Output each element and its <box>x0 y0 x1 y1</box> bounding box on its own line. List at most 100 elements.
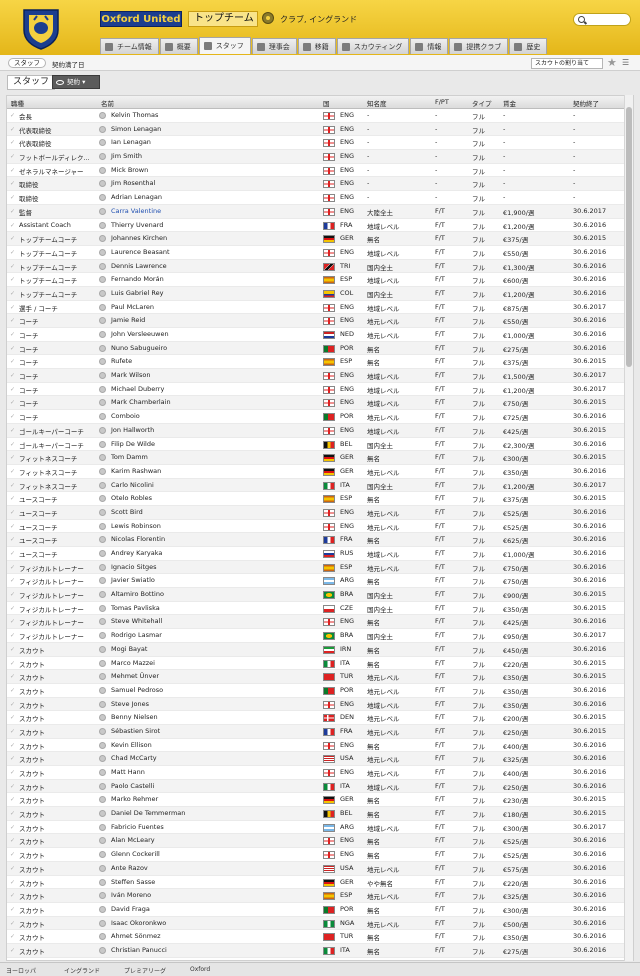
staff-name[interactable]: Steffen Sasse <box>111 878 155 886</box>
table-row[interactable]: ✓ スカウト Mehmet Ünver TUR 地元レベル F/T フル €350/週 30.6… <box>7 670 633 684</box>
table-row[interactable]: ✓ フィジカルトレーナー Rodrigo Lasmar BRA 国内全土 F/T フル €95… <box>7 629 633 643</box>
staff-name[interactable]: Dennis Lawrence <box>111 262 167 270</box>
footer-crumb-league[interactable]: プレミアリーグ <box>124 966 166 975</box>
tab-overview[interactable]: 概要 <box>159 38 198 54</box>
view-dropdown[interactable]: 契約 ▾ <box>52 75 100 89</box>
staff-name[interactable]: Karim Rashwan <box>111 467 161 475</box>
staff-name[interactable]: Andrey Karyaka <box>111 549 162 557</box>
staff-name[interactable]: Paul McLaren <box>111 303 154 311</box>
staff-name[interactable]: Scott Bird <box>111 508 143 516</box>
staff-name[interactable]: Daniel De Temmerman <box>111 809 185 817</box>
team-selector[interactable]: トップチーム <box>188 11 258 27</box>
staff-name[interactable]: Javier Swiatlo <box>111 576 155 584</box>
table-row[interactable]: ✓ スカウト Sébastien Sirot FRA 地元レベル F/T フル €250/週 3… <box>7 724 633 739</box>
table-row[interactable]: ✓ フィットネスコーチ Carlo Nicolini ITA 国内全土 F/T フル €1,2… <box>7 478 633 493</box>
table-row[interactable]: ✓ スカウト Ante Razov USA 地元レベル F/T フル €575/週 30.6.2… <box>7 861 633 876</box>
table-row[interactable]: ✓ スカウト Mogi Bayat IRN 無名 F/T フル €450/週 30.6.2016 <box>7 642 633 657</box>
table-row[interactable]: ✓ トップチームコーチ Dennis Lawrence TRI 国内全土 F/T フル €1,… <box>7 259 633 274</box>
staff-name[interactable]: Carra Valentine <box>111 207 161 215</box>
staff-name[interactable]: Filip De Wilde <box>111 440 155 448</box>
table-row[interactable]: ✓ コーチ Mark Wilson ENG 地域レベル F/T フル €1,500/週 30.6… <box>7 369 633 383</box>
table-row[interactable]: ✓ スカウト Marko Rehmer GER 無名 F/T フル €230/週 30.6.20… <box>7 793 633 808</box>
team-options-button[interactable] <box>262 12 274 24</box>
table-row[interactable]: ✓ スカウト Fabricio Fuentes ARG 地域レベル F/T フル €300/週… <box>7 821 633 835</box>
staff-name[interactable]: Isaac Okoronkwo <box>111 919 166 927</box>
table-row[interactable]: ✓ スカウト Iván Moreno ESP 地元レベル F/T フル €325/週 30.6.… <box>7 889 633 903</box>
staff-name[interactable]: Samuel Pedroso <box>111 686 163 694</box>
staff-name[interactable]: Altamiro Bottino <box>111 590 164 598</box>
table-row[interactable]: ✓ ユースコーチ Scott Bird ENG 地元レベル F/T フル €525/週 30.6… <box>7 505 633 520</box>
staff-name[interactable]: Kevin Ellison <box>111 741 152 749</box>
table-row[interactable]: ✓ ユースコーチ Nicolas Florentin FRA 無名 F/T フル €625/週… <box>7 533 633 547</box>
col-nation[interactable]: 国 <box>323 98 330 108</box>
footer-crumb-europe[interactable]: ヨーロッパ <box>6 966 36 975</box>
staff-name[interactable]: Paolo Castelli <box>111 782 154 790</box>
staff-name[interactable]: Jon Hallworth <box>111 426 154 434</box>
col-fp[interactable]: F/PT <box>435 98 449 106</box>
staff-name[interactable]: Kelvin Thomas <box>111 111 158 119</box>
menu-icon[interactable]: ☰ <box>622 58 629 67</box>
table-row[interactable]: ✓ スカウト Glenn Cockerill ENG 無名 F/T フル €525/週 30.6… <box>7 848 633 862</box>
table-row[interactable]: ✓ スカウト Steve Jones ENG 地域レベル F/T フル €350/週 30.6.… <box>7 697 633 712</box>
table-row[interactable]: ✓ ゴールキーパーコーチ Jon Hallworth ENG 地域レベル F/T フル €42… <box>7 423 633 438</box>
table-row[interactable]: ✓ トップチームコーチ Johannes Kirchen GER 無名 F/T フル €375… <box>7 232 633 246</box>
table-row[interactable]: ✓ スカウト Kevin Ellison ENG 無名 F/T フル €400/週 30.6.2… <box>7 739 633 753</box>
staff-name[interactable]: Matt Hann <box>111 768 145 776</box>
staff-name[interactable]: Ahmet Sönmez <box>111 932 160 940</box>
staff-name[interactable]: Chad McCarty <box>111 754 157 762</box>
table-row[interactable]: ✓ ユースコーチ Lewis Robinson ENG 地元レベル F/T フル €525/週… <box>7 520 633 534</box>
table-row[interactable]: ✓ スカウト Alan McLeary ENG 無名 F/T フル €525/週 30.6.20… <box>7 834 633 849</box>
table-row[interactable]: ✓ 会長 Kelvin Thomas ENG - - フル - - <box>7 109 633 123</box>
col-wage[interactable]: 賃金 <box>503 98 516 108</box>
table-row[interactable]: ✓ 選手 / コーチ Paul McLaren ENG 地域レベル F/T フル €875/週… <box>7 301 633 315</box>
table-row[interactable]: ✓ フットボールディレク... Jim Smith ENG - - フル - - <box>7 150 633 164</box>
col-name[interactable]: 名前 <box>101 98 114 108</box>
staff-name[interactable]: Sébastien Sirot <box>111 727 160 735</box>
staff-name[interactable]: Nicolas Florentin <box>111 535 165 543</box>
search-input[interactable] <box>573 13 631 26</box>
staff-name[interactable]: Simon Lenagan <box>111 125 161 133</box>
staff-name[interactable]: Rodrigo Lasmar <box>111 631 162 639</box>
staff-name[interactable]: Jim Smith <box>111 152 142 160</box>
staff-name[interactable]: Mogi Bayat <box>111 645 147 653</box>
staff-name[interactable]: Rufete <box>111 357 132 365</box>
staff-name[interactable]: Johannes Kirchen <box>111 234 167 242</box>
table-row[interactable]: ✓ ゴールキーパーコーチ Filip De Wilde BEL 国内全土 F/T フル €2,… <box>7 438 633 452</box>
breadcrumb-contract-expiry[interactable]: 契約満了日 <box>52 59 85 69</box>
table-row[interactable]: ✓ スカウト Paolo Castelli ITA 地域レベル F/T フル €250/週 30… <box>7 779 633 794</box>
tab-info[interactable]: 情報 <box>410 38 449 54</box>
staff-name[interactable]: Marco Mazzei <box>111 659 155 667</box>
table-row[interactable]: ✓ コーチ Rufete ESP 無名 F/T フル €375/週 30.6.2015 <box>7 355 633 370</box>
table-row[interactable]: ✓ フィジカルトレーナー Steve Whitehall ENG 無名 F/T フル €425… <box>7 615 633 630</box>
table-row[interactable]: ✓ フィジカルトレーナー Javier Swiatlo ARG 無名 F/T フル €750/… <box>7 574 633 589</box>
table-row[interactable]: ✓ ゼネラルマネージャー Mick Brown ENG - - フル - - <box>7 164 633 178</box>
table-row[interactable]: ✓ 取締役 Jim Rosenthal ENG - - フル - - <box>7 177 633 192</box>
staff-name[interactable]: Lewis Robinson <box>111 522 161 530</box>
table-row[interactable]: ✓ スカウト Benny Nielsen DEN 地元レベル F/T フル €200/週 30.… <box>7 711 633 725</box>
tab-scouting[interactable]: スカウティング <box>336 38 410 54</box>
tab-affiliates[interactable]: 提携クラブ <box>449 38 509 54</box>
table-row[interactable]: ✓ 代表取締役 Simon Lenagan ENG - - フル - - <box>7 122 633 137</box>
table-row[interactable]: ✓ コーチ Mark Chamberlain ENG 地域レベル F/T フル €750/週 3… <box>7 396 633 411</box>
staff-name[interactable]: Christian Panucci <box>111 946 167 954</box>
star-icon[interactable]: ★ <box>607 56 617 69</box>
tab-history[interactable]: 歴史 <box>509 38 548 54</box>
table-row[interactable]: ✓ トップチームコーチ Laurence Beasant ENG 地域レベル F/T フル €… <box>7 246 633 260</box>
staff-name[interactable]: Comboio <box>111 412 140 420</box>
col-expiry[interactable]: 契約終了 <box>573 98 599 108</box>
table-row[interactable]: ✓ 監督 Carra Valentine ENG 大陸全土 F/T フル €1,900/週 30… <box>7 204 633 219</box>
staff-name[interactable]: John Versleeuwen <box>111 330 169 338</box>
staff-name[interactable]: Tom Damm <box>111 453 148 461</box>
table-row[interactable]: ✓ Assistant Coach Thierry Uvenard FRA 地域レベル F… <box>7 219 633 233</box>
table-row[interactable]: ✓ コーチ John Versleeuwen NED 地元レベル F/T フル €1,000/… <box>7 328 633 342</box>
staff-name[interactable]: Carlo Nicolini <box>111 481 154 489</box>
tab-board[interactable]: 理事会 <box>251 38 297 54</box>
table-row[interactable]: ✓ フィジカルトレーナー Altamiro Bottino BRA 国内全土 F/T フル €… <box>7 588 633 602</box>
table-row[interactable]: ✓ スカウト Steffen Sasse GER やや無名 F/T フル €220/週 30.6… <box>7 876 633 890</box>
staff-name[interactable]: Tomas Pavliska <box>111 604 160 612</box>
table-row[interactable]: ✓ トップチームコーチ Fernando Morán ESP 地域レベル F/T フル €60… <box>7 273 633 287</box>
staff-name[interactable]: Mick Brown <box>111 166 148 174</box>
staff-name[interactable]: Thierry Uvenard <box>111 221 163 229</box>
table-row[interactable]: ✓ フィットネスコーチ Tom Damm GER 無名 F/T フル €300/週 30.6.2… <box>7 451 633 465</box>
table-row[interactable]: ✓ フィジカルトレーナー Ignacio Sitges ESP 地元レベル F/T フル €7… <box>7 560 633 575</box>
